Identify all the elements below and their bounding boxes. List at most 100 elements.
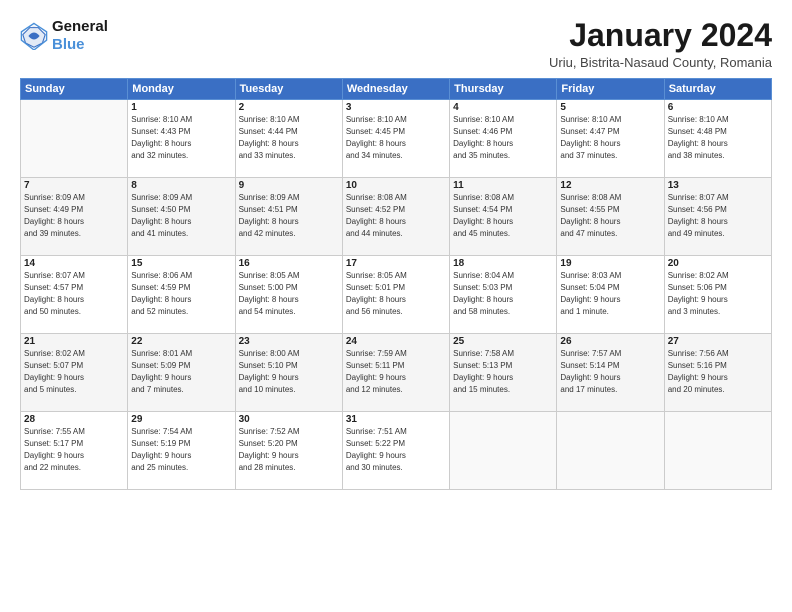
table-row: 9Sunrise: 8:09 AM Sunset: 4:51 PM Daylig… xyxy=(235,178,342,256)
day-number: 21 xyxy=(24,336,124,347)
day-number: 10 xyxy=(346,180,446,191)
day-number: 2 xyxy=(239,102,339,113)
day-info: Sunrise: 8:10 AM Sunset: 4:48 PM Dayligh… xyxy=(668,114,768,162)
day-info: Sunrise: 7:56 AM Sunset: 5:16 PM Dayligh… xyxy=(668,348,768,396)
table-row xyxy=(450,412,557,490)
title-area: January 2024 Uriu, Bistrita-Nasaud Count… xyxy=(549,18,772,70)
logo-line2: Blue xyxy=(52,36,108,54)
table-row: 10Sunrise: 8:08 AM Sunset: 4:52 PM Dayli… xyxy=(342,178,449,256)
day-number: 5 xyxy=(560,102,660,113)
calendar-week-3: 14Sunrise: 8:07 AM Sunset: 4:57 PM Dayli… xyxy=(21,256,772,334)
month-title: January 2024 xyxy=(549,18,772,53)
table-row: 23Sunrise: 8:00 AM Sunset: 5:10 PM Dayli… xyxy=(235,334,342,412)
day-number: 16 xyxy=(239,258,339,269)
day-number: 4 xyxy=(453,102,553,113)
col-tuesday: Tuesday xyxy=(235,79,342,100)
calendar-header-row: Sunday Monday Tuesday Wednesday Thursday… xyxy=(21,79,772,100)
table-row xyxy=(557,412,664,490)
table-row: 12Sunrise: 8:08 AM Sunset: 4:55 PM Dayli… xyxy=(557,178,664,256)
col-thursday: Thursday xyxy=(450,79,557,100)
day-number: 23 xyxy=(239,336,339,347)
day-number: 26 xyxy=(560,336,660,347)
col-saturday: Saturday xyxy=(664,79,771,100)
calendar-table: Sunday Monday Tuesday Wednesday Thursday… xyxy=(20,78,772,490)
day-info: Sunrise: 8:01 AM Sunset: 5:09 PM Dayligh… xyxy=(131,348,231,396)
calendar-week-5: 28Sunrise: 7:55 AM Sunset: 5:17 PM Dayli… xyxy=(21,412,772,490)
day-number: 6 xyxy=(668,102,768,113)
day-info: Sunrise: 8:02 AM Sunset: 5:06 PM Dayligh… xyxy=(668,270,768,318)
table-row: 30Sunrise: 7:52 AM Sunset: 5:20 PM Dayli… xyxy=(235,412,342,490)
table-row: 24Sunrise: 7:59 AM Sunset: 5:11 PM Dayli… xyxy=(342,334,449,412)
table-row: 1Sunrise: 8:10 AM Sunset: 4:43 PM Daylig… xyxy=(128,100,235,178)
logo-icon xyxy=(20,22,48,50)
day-info: Sunrise: 7:57 AM Sunset: 5:14 PM Dayligh… xyxy=(560,348,660,396)
day-number: 18 xyxy=(453,258,553,269)
table-row: 20Sunrise: 8:02 AM Sunset: 5:06 PM Dayli… xyxy=(664,256,771,334)
day-info: Sunrise: 8:10 AM Sunset: 4:46 PM Dayligh… xyxy=(453,114,553,162)
day-info: Sunrise: 8:10 AM Sunset: 4:44 PM Dayligh… xyxy=(239,114,339,162)
day-number: 31 xyxy=(346,414,446,425)
col-wednesday: Wednesday xyxy=(342,79,449,100)
table-row: 26Sunrise: 7:57 AM Sunset: 5:14 PM Dayli… xyxy=(557,334,664,412)
day-info: Sunrise: 8:02 AM Sunset: 5:07 PM Dayligh… xyxy=(24,348,124,396)
day-info: Sunrise: 8:10 AM Sunset: 4:43 PM Dayligh… xyxy=(131,114,231,162)
day-info: Sunrise: 7:59 AM Sunset: 5:11 PM Dayligh… xyxy=(346,348,446,396)
table-row: 18Sunrise: 8:04 AM Sunset: 5:03 PM Dayli… xyxy=(450,256,557,334)
table-row: 19Sunrise: 8:03 AM Sunset: 5:04 PM Dayli… xyxy=(557,256,664,334)
table-row: 29Sunrise: 7:54 AM Sunset: 5:19 PM Dayli… xyxy=(128,412,235,490)
day-info: Sunrise: 7:54 AM Sunset: 5:19 PM Dayligh… xyxy=(131,426,231,474)
day-number: 24 xyxy=(346,336,446,347)
day-number: 15 xyxy=(131,258,231,269)
logo: General Blue xyxy=(20,18,108,54)
day-info: Sunrise: 8:09 AM Sunset: 4:51 PM Dayligh… xyxy=(239,192,339,240)
header: General Blue January 2024 Uriu, Bistrita… xyxy=(20,18,772,70)
day-info: Sunrise: 8:06 AM Sunset: 4:59 PM Dayligh… xyxy=(131,270,231,318)
col-monday: Monday xyxy=(128,79,235,100)
day-info: Sunrise: 8:05 AM Sunset: 5:00 PM Dayligh… xyxy=(239,270,339,318)
table-row: 25Sunrise: 7:58 AM Sunset: 5:13 PM Dayli… xyxy=(450,334,557,412)
day-number: 25 xyxy=(453,336,553,347)
table-row: 15Sunrise: 8:06 AM Sunset: 4:59 PM Dayli… xyxy=(128,256,235,334)
page: General Blue January 2024 Uriu, Bistrita… xyxy=(0,0,792,612)
calendar-week-1: 1Sunrise: 8:10 AM Sunset: 4:43 PM Daylig… xyxy=(21,100,772,178)
day-number: 8 xyxy=(131,180,231,191)
table-row: 11Sunrise: 8:08 AM Sunset: 4:54 PM Dayli… xyxy=(450,178,557,256)
day-number: 13 xyxy=(668,180,768,191)
day-number: 19 xyxy=(560,258,660,269)
table-row: 17Sunrise: 8:05 AM Sunset: 5:01 PM Dayli… xyxy=(342,256,449,334)
table-row: 28Sunrise: 7:55 AM Sunset: 5:17 PM Dayli… xyxy=(21,412,128,490)
day-info: Sunrise: 8:08 AM Sunset: 4:54 PM Dayligh… xyxy=(453,192,553,240)
day-number: 30 xyxy=(239,414,339,425)
table-row xyxy=(664,412,771,490)
day-info: Sunrise: 8:08 AM Sunset: 4:55 PM Dayligh… xyxy=(560,192,660,240)
logo-line1: General xyxy=(52,18,108,36)
table-row: 7Sunrise: 8:09 AM Sunset: 4:49 PM Daylig… xyxy=(21,178,128,256)
day-info: Sunrise: 8:10 AM Sunset: 4:47 PM Dayligh… xyxy=(560,114,660,162)
table-row: 27Sunrise: 7:56 AM Sunset: 5:16 PM Dayli… xyxy=(664,334,771,412)
day-info: Sunrise: 7:51 AM Sunset: 5:22 PM Dayligh… xyxy=(346,426,446,474)
table-row: 5Sunrise: 8:10 AM Sunset: 4:47 PM Daylig… xyxy=(557,100,664,178)
col-sunday: Sunday xyxy=(21,79,128,100)
day-number: 11 xyxy=(453,180,553,191)
day-info: Sunrise: 8:09 AM Sunset: 4:50 PM Dayligh… xyxy=(131,192,231,240)
table-row: 21Sunrise: 8:02 AM Sunset: 5:07 PM Dayli… xyxy=(21,334,128,412)
day-number: 28 xyxy=(24,414,124,425)
location: Uriu, Bistrita-Nasaud County, Romania xyxy=(549,55,772,70)
day-number: 14 xyxy=(24,258,124,269)
table-row: 14Sunrise: 8:07 AM Sunset: 4:57 PM Dayli… xyxy=(21,256,128,334)
day-number: 7 xyxy=(24,180,124,191)
day-info: Sunrise: 8:07 AM Sunset: 4:56 PM Dayligh… xyxy=(668,192,768,240)
day-info: Sunrise: 8:05 AM Sunset: 5:01 PM Dayligh… xyxy=(346,270,446,318)
day-info: Sunrise: 8:10 AM Sunset: 4:45 PM Dayligh… xyxy=(346,114,446,162)
calendar-week-2: 7Sunrise: 8:09 AM Sunset: 4:49 PM Daylig… xyxy=(21,178,772,256)
day-info: Sunrise: 8:09 AM Sunset: 4:49 PM Dayligh… xyxy=(24,192,124,240)
day-number: 1 xyxy=(131,102,231,113)
day-info: Sunrise: 8:07 AM Sunset: 4:57 PM Dayligh… xyxy=(24,270,124,318)
day-info: Sunrise: 7:52 AM Sunset: 5:20 PM Dayligh… xyxy=(239,426,339,474)
day-number: 27 xyxy=(668,336,768,347)
day-number: 9 xyxy=(239,180,339,191)
day-number: 3 xyxy=(346,102,446,113)
table-row xyxy=(21,100,128,178)
col-friday: Friday xyxy=(557,79,664,100)
day-number: 17 xyxy=(346,258,446,269)
